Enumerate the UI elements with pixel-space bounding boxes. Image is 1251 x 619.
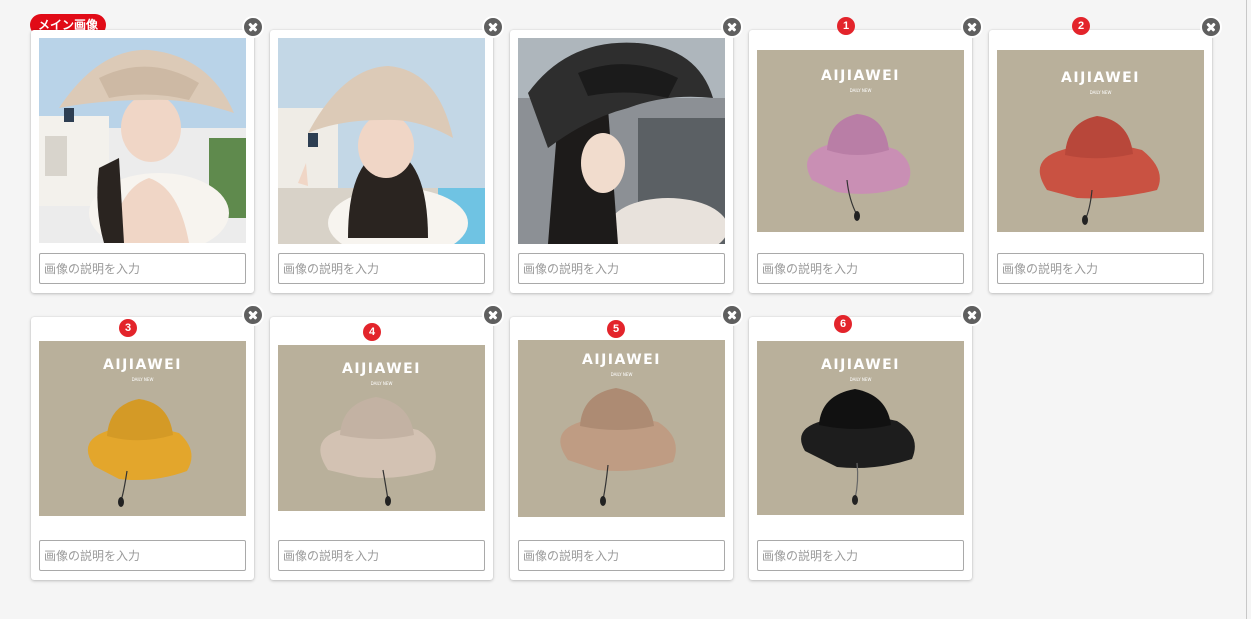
- description-input[interactable]: [518, 540, 725, 571]
- product-photo: AIJIAWEI DAILY NEW: [757, 341, 964, 515]
- product-photo: [278, 38, 485, 244]
- image-order-badge: 1: [837, 17, 855, 35]
- product-photo: AIJIAWEI DAILY NEW: [518, 340, 725, 517]
- image-card: AIJIAWEI DAILY NEW: [989, 30, 1212, 293]
- brand-sub-text: DAILY NEW: [132, 377, 154, 382]
- image-card: AIJIAWEI DAILY NEW: [749, 30, 972, 293]
- remove-image-button[interactable]: [721, 304, 743, 326]
- image-order-badge: 2: [1072, 17, 1090, 35]
- image-card: [270, 30, 493, 293]
- remove-image-button[interactable]: [242, 16, 264, 38]
- remove-image-button[interactable]: [1200, 16, 1222, 38]
- brand-logo-text: AIJIAWEI: [342, 361, 421, 377]
- image-order-badge: 4: [363, 323, 381, 341]
- description-input[interactable]: [39, 253, 246, 284]
- product-photo: AIJIAWEI DAILY NEW: [278, 345, 485, 511]
- description-input[interactable]: [757, 540, 964, 571]
- brand-sub-text: DAILY NEW: [1090, 90, 1112, 95]
- image-card: [31, 30, 254, 293]
- description-input[interactable]: [278, 540, 485, 571]
- brand-sub-text: DAILY NEW: [611, 372, 633, 377]
- product-photo: AIJIAWEI DAILY NEW: [39, 341, 246, 516]
- image-card: AIJIAWEI DAILY NEW: [270, 317, 493, 580]
- image-order-badge: 5: [607, 320, 625, 338]
- description-input[interactable]: [518, 253, 725, 284]
- remove-image-button[interactable]: [482, 16, 504, 38]
- description-input[interactable]: [39, 540, 246, 571]
- remove-image-button[interactable]: [961, 304, 983, 326]
- page-right-border: [1246, 0, 1247, 619]
- brand-sub-text: DAILY NEW: [850, 377, 872, 382]
- image-order-badge: 3: [119, 319, 137, 337]
- image-card: AIJIAWEI DAILY NEW: [510, 317, 733, 580]
- brand-logo-text: AIJIAWEI: [103, 357, 182, 373]
- image-order-badge: 6: [834, 315, 852, 333]
- remove-image-button[interactable]: [242, 304, 264, 326]
- brand-sub-text: DAILY NEW: [850, 88, 872, 93]
- product-photo: [39, 38, 246, 243]
- image-card: [510, 30, 733, 293]
- brand-logo-text: AIJIAWEI: [821, 357, 900, 373]
- product-photo: AIJIAWEI DAILY NEW: [997, 50, 1204, 232]
- image-card: AIJIAWEI DAILY NEW: [31, 317, 254, 580]
- image-card: AIJIAWEI DAILY NEW: [749, 317, 972, 580]
- description-input[interactable]: [278, 253, 485, 284]
- remove-image-button[interactable]: [721, 16, 743, 38]
- description-input[interactable]: [997, 253, 1204, 284]
- product-photo: AIJIAWEI DAILY NEW: [757, 50, 964, 232]
- remove-image-button[interactable]: [482, 304, 504, 326]
- brand-sub-text: DAILY NEW: [371, 381, 393, 386]
- brand-logo-text: AIJIAWEI: [821, 68, 900, 84]
- remove-image-button[interactable]: [961, 16, 983, 38]
- brand-logo-text: AIJIAWEI: [1061, 70, 1140, 86]
- product-photo: [518, 38, 725, 244]
- brand-logo-text: AIJIAWEI: [582, 352, 661, 368]
- description-input[interactable]: [757, 253, 964, 284]
